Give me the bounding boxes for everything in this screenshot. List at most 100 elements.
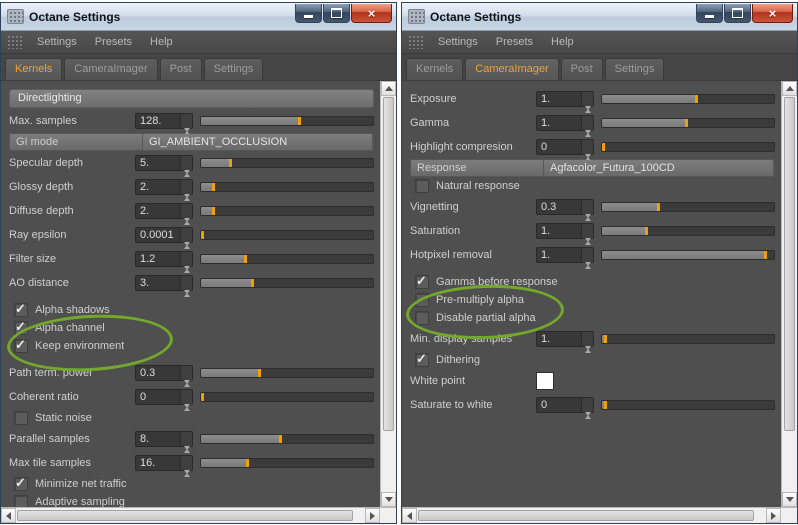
spin-value[interactable]: 0.0001 <box>136 228 180 242</box>
spin-arrows[interactable] <box>180 114 192 149</box>
vertical-scrollbar[interactable] <box>781 81 797 507</box>
spin-arrows[interactable] <box>581 200 593 235</box>
slider-coherent-ratio[interactable] <box>200 392 374 402</box>
slider-ao-distance[interactable] <box>200 278 374 288</box>
slider-highlight-compresion[interactable] <box>601 142 775 152</box>
spin-field-saturate-to-white[interactable]: 0 <box>536 397 594 433</box>
spin-field-glossy-depth[interactable]: 2. <box>135 179 193 215</box>
spin-arrows[interactable] <box>180 456 192 491</box>
spin-arrows[interactable] <box>180 180 192 215</box>
slider-hotpixel-removal[interactable] <box>601 250 775 260</box>
slider-saturate-to-white[interactable] <box>601 400 775 410</box>
spin-value[interactable]: 16. <box>136 456 180 470</box>
spin-down-arrow-icon[interactable] <box>183 290 190 312</box>
checkbox-gamma-before-response[interactable] <box>415 273 429 289</box>
spin-field-filter-size[interactable]: 1.2 <box>135 251 193 287</box>
scroll-right-button[interactable] <box>766 508 781 523</box>
spin-value[interactable]: 1.2 <box>136 252 180 266</box>
horizontal-scroll-thumb[interactable] <box>418 510 754 521</box>
slider-max-samples[interactable] <box>200 116 374 126</box>
slider-vignetting[interactable] <box>601 202 775 212</box>
spin-value[interactable]: 1. <box>537 116 581 130</box>
spin-field-parallel-samples[interactable]: 8. <box>135 431 193 467</box>
slider-parallel-samples[interactable] <box>200 434 374 444</box>
vertical-scroll-thumb[interactable] <box>784 97 795 432</box>
menu-settings[interactable]: Settings <box>429 33 487 51</box>
spin-arrows[interactable] <box>581 248 593 283</box>
spin-field-exposure[interactable]: 1. <box>536 91 594 127</box>
menu-presets[interactable]: Presets <box>86 33 141 51</box>
spin-arrows[interactable] <box>180 390 192 425</box>
checkbox-static-noise[interactable] <box>14 411 28 425</box>
slider-diffuse-depth[interactable] <box>200 206 374 216</box>
menu-settings[interactable]: Settings <box>28 33 86 51</box>
scroll-left-button[interactable] <box>402 508 417 523</box>
horizontal-scrollbar[interactable] <box>1 508 380 523</box>
spin-value[interactable]: 0 <box>537 398 581 412</box>
spin-value[interactable]: 0 <box>537 140 581 154</box>
slider-specular-depth[interactable] <box>200 158 374 168</box>
horizontal-scrollbar[interactable] <box>402 508 781 523</box>
menu-help[interactable]: Help <box>141 33 182 51</box>
tab-settings[interactable]: Settings <box>604 58 665 80</box>
dropdown-response[interactable]: Agfacolor_Futura_100CD <box>543 160 774 176</box>
spin-value[interactable]: 128. <box>136 114 180 128</box>
spin-field-gamma[interactable]: 1. <box>536 115 594 151</box>
tab-cameraimager[interactable]: CameraImager <box>64 58 158 80</box>
spin-arrows[interactable] <box>581 92 593 127</box>
spin-arrows[interactable] <box>180 204 192 239</box>
spin-field-highlight-compresion[interactable]: 0 <box>536 139 594 175</box>
spin-down-arrow-icon[interactable] <box>584 412 591 434</box>
slider-glossy-depth[interactable] <box>200 182 374 192</box>
slider-filter-size[interactable] <box>200 254 374 264</box>
maximize-button[interactable] <box>323 4 350 23</box>
spin-arrows[interactable] <box>581 398 593 433</box>
spin-value[interactable]: 2. <box>136 204 180 218</box>
slider-min-display-samples[interactable] <box>601 334 775 344</box>
spin-value[interactable]: 1. <box>537 332 581 346</box>
tab-settings[interactable]: Settings <box>203 58 264 80</box>
spin-value[interactable]: 1. <box>537 92 581 106</box>
spin-down-arrow-icon[interactable] <box>584 262 591 284</box>
checkbox-alpha-shadows[interactable] <box>14 301 28 317</box>
color-swatch-white-point[interactable] <box>536 372 554 390</box>
spin-field-specular-depth[interactable]: 5. <box>135 155 193 191</box>
spin-arrows[interactable] <box>180 156 192 191</box>
spin-arrows[interactable] <box>581 332 593 367</box>
close-button[interactable]: × <box>351 4 392 23</box>
scroll-left-button[interactable] <box>1 508 16 523</box>
spin-down-arrow-icon[interactable] <box>183 470 190 492</box>
spin-value[interactable]: 8. <box>136 432 180 446</box>
checkbox-natural-response[interactable] <box>415 179 429 193</box>
checkbox-pre-multiply-alpha[interactable] <box>415 293 429 307</box>
checkbox-keep-environment[interactable] <box>14 337 28 353</box>
tab-cameraimager[interactable]: CameraImager <box>465 58 559 80</box>
slider-gamma[interactable] <box>601 118 775 128</box>
spin-arrows[interactable] <box>180 366 192 401</box>
spin-field-min-display-samples[interactable]: 1. <box>536 331 594 367</box>
spin-arrows[interactable] <box>180 276 192 311</box>
close-button[interactable]: × <box>752 4 793 23</box>
spin-arrows[interactable] <box>581 116 593 151</box>
spin-value[interactable]: 0 <box>136 390 180 404</box>
menu-help[interactable]: Help <box>542 33 583 51</box>
vertical-scrollbar[interactable] <box>380 81 396 507</box>
slider-exposure[interactable] <box>601 94 775 104</box>
scroll-right-button[interactable] <box>365 508 380 523</box>
checkbox-alpha-channel[interactable] <box>14 319 28 335</box>
titlebar[interactable]: Octane Settings × <box>402 3 797 31</box>
spin-field-max-samples[interactable]: 128. <box>135 113 193 149</box>
spin-field-max-tile-samples[interactable]: 16. <box>135 455 193 491</box>
tab-kernels[interactable]: Kernels <box>5 58 63 80</box>
spin-field-hotpixel-removal[interactable]: 1. <box>536 247 594 283</box>
scroll-up-button[interactable] <box>381 81 396 96</box>
spin-value[interactable]: 5. <box>136 156 180 170</box>
spin-down-arrow-icon[interactable] <box>183 404 190 426</box>
spin-arrows[interactable] <box>581 140 593 175</box>
spin-arrows[interactable] <box>180 432 192 467</box>
scroll-down-button[interactable] <box>782 492 797 507</box>
spin-arrows[interactable] <box>180 228 192 263</box>
tab-post[interactable]: Post <box>159 58 202 80</box>
slider-ray-epsilon[interactable] <box>200 230 374 240</box>
checkbox-dithering[interactable] <box>415 351 429 367</box>
